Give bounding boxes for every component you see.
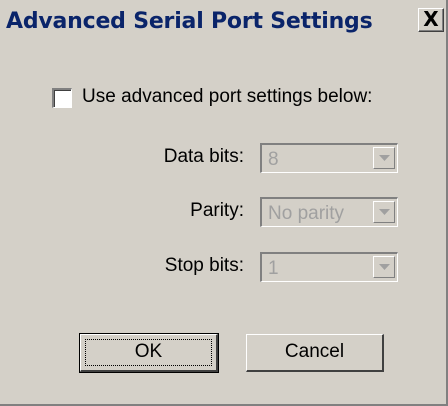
ok-button-label: OK — [134, 341, 163, 362]
use-advanced-settings-label[interactable]: Use advanced port settings below: — [82, 86, 372, 108]
chevron-down-icon — [379, 155, 390, 161]
chevron-down-icon — [379, 209, 390, 215]
parity-label: Parity: — [190, 200, 244, 221]
close-button[interactable]: X — [418, 8, 444, 32]
parity-dropdown-button[interactable] — [373, 201, 395, 223]
parity-select[interactable]: No parity — [260, 197, 398, 227]
parity-value: No parity — [268, 203, 345, 224]
stop-bits-select[interactable]: 1 — [260, 252, 398, 282]
stop-bits-value: 1 — [268, 258, 279, 279]
chevron-down-icon — [379, 264, 390, 270]
use-advanced-settings-checkbox[interactable] — [52, 88, 72, 108]
cancel-button-label: Cancel — [284, 341, 345, 362]
cancel-button[interactable]: Cancel — [246, 334, 384, 372]
close-icon: X — [423, 7, 439, 31]
stop-bits-dropdown-button[interactable] — [373, 256, 395, 278]
data-bits-dropdown-button[interactable] — [373, 147, 395, 169]
ok-button[interactable]: OK — [79, 333, 219, 373]
data-bits-select[interactable]: 8 — [260, 143, 398, 173]
stop-bits-label: Stop bits: — [164, 255, 244, 276]
title-bar: Advanced Serial Port Settings X — [0, 0, 446, 48]
window-title: Advanced Serial Port Settings — [6, 9, 373, 34]
data-bits-label: Data bits: — [163, 146, 244, 167]
data-bits-value: 8 — [268, 149, 279, 170]
advanced-serial-port-settings-dialog: Advanced Serial Port Settings X Use adva… — [0, 0, 448, 406]
